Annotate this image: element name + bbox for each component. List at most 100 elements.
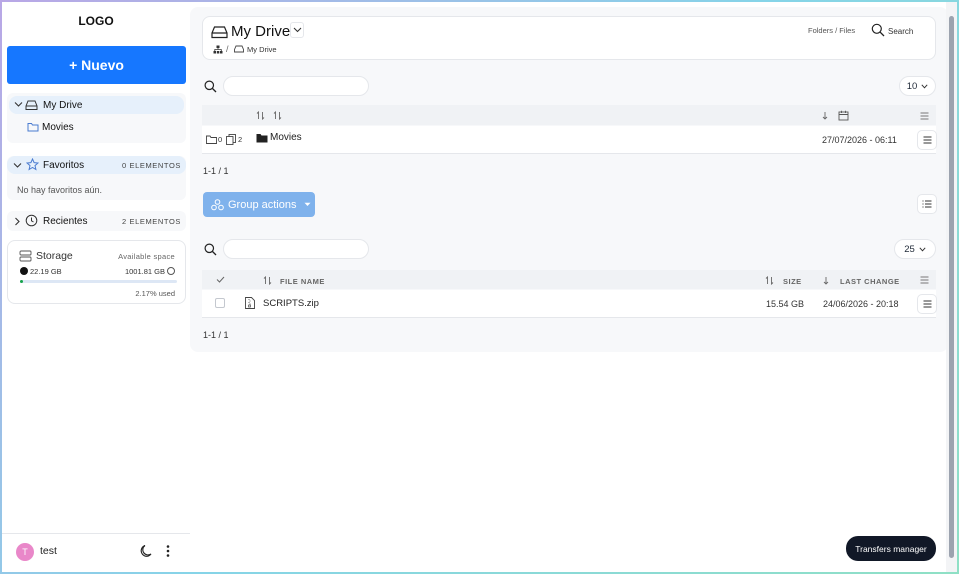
storage-used: 22.19 GB [30, 267, 62, 276]
tree-item-my-drive[interactable]: My Drive [9, 96, 184, 114]
row-checkbox[interactable] [215, 298, 225, 308]
sitemap-icon[interactable] [213, 45, 223, 54]
sort-numeric-icon[interactable] [273, 111, 282, 120]
user-row: T test [2, 533, 190, 567]
breadcrumb-item[interactable]: My Drive [247, 45, 277, 54]
check-all-icon[interactable] [216, 276, 225, 283]
recents-section: Recientes 2 ELEMENTOS [7, 211, 186, 231]
sort-icon[interactable] [765, 276, 774, 285]
folder-icon [27, 122, 39, 132]
file-count: 2 [238, 135, 243, 144]
favorites-header[interactable]: Favoritos 0 ELEMENTOS [7, 156, 186, 174]
storage-title: Storage [36, 250, 73, 262]
files-copy-icon [226, 134, 236, 145]
file-row[interactable]: SCRIPTS.zip 15.54 GB 24/06/2026 - 20:18 [202, 290, 937, 317]
menu-icon [923, 136, 931, 144]
files-page-size-select[interactable]: 25 [894, 239, 936, 259]
folder-icon [256, 133, 268, 143]
column-file-name[interactable]: FILE NAME [280, 277, 325, 286]
available-space-label: Available space [118, 252, 175, 261]
tree-item-label: Movies [42, 122, 74, 133]
folders-files-toggle[interactable]: Folders / Files [808, 26, 855, 35]
group-actions-button[interactable]: Group actions [203, 192, 315, 217]
columns-menu-icon[interactable] [920, 112, 929, 120]
drive-icon [211, 25, 228, 39]
logo: LOGO [78, 14, 114, 28]
recents-count: 2 ELEMENTOS [122, 217, 181, 226]
tree-item-movies[interactable]: Movies [27, 118, 177, 136]
divider [202, 317, 936, 318]
column-last-change[interactable]: LAST CHANGE [840, 277, 900, 286]
folder-row[interactable]: 0 2 Movies 27/07/2026 - 06:11 [202, 126, 937, 153]
page-size-value: 10 [906, 80, 918, 92]
sort-icon[interactable] [263, 276, 272, 285]
column-size[interactable]: SIZE [783, 277, 802, 286]
folders-pagination: 1-1 / 1 [203, 166, 229, 176]
main-panel: My Drive / My Drive Folders / Files Sear… [190, 7, 948, 352]
search-icon [204, 243, 217, 256]
title-dropdown-button[interactable] [290, 22, 304, 38]
zip-file-icon [245, 297, 255, 309]
drive-icon [234, 45, 244, 53]
folder-row-menu-button[interactable] [917, 130, 937, 150]
columns-menu-icon[interactable] [920, 276, 929, 284]
folders-page-size-select[interactable]: 10 [899, 76, 936, 96]
file-name[interactable]: SCRIPTS.zip [263, 298, 319, 309]
search-label[interactable]: Search [888, 27, 913, 36]
file-size: 15.54 GB [766, 299, 805, 309]
storage-icon [19, 250, 32, 262]
page-title: My Drive [231, 23, 291, 40]
storage-progress-fill [20, 280, 24, 283]
search-icon [204, 80, 217, 93]
sort-icon[interactable] [256, 111, 265, 120]
drive-tree: My Drive Movies [7, 93, 186, 143]
favorites-count: 0 ELEMENTOS [122, 161, 181, 170]
favorites-label: Favoritos [43, 160, 85, 171]
sort-down-icon[interactable] [822, 111, 828, 120]
recents-header[interactable]: Recientes 2 ELEMENTOS [7, 212, 186, 230]
subfolder-count: 0 [218, 135, 223, 144]
folders-search-input[interactable] [223, 76, 369, 96]
avatar[interactable]: T [16, 543, 34, 561]
breadcrumb-separator: / [226, 44, 229, 54]
moon-icon[interactable] [139, 544, 153, 558]
user-name: test [40, 545, 57, 557]
chevron-down-icon [921, 83, 928, 89]
scrollbar[interactable] [946, 2, 957, 572]
search-icon[interactable] [871, 23, 885, 37]
chevron-down-icon[interactable] [14, 101, 23, 108]
list-icon [922, 200, 932, 208]
menu-icon [923, 300, 931, 308]
folder-name[interactable]: Movies [270, 132, 302, 143]
storage-percent: 2.17% used [135, 289, 175, 298]
free-dot-icon [167, 267, 175, 275]
drive-icon [25, 99, 38, 111]
clock-icon [25, 214, 38, 227]
files-pagination: 1-1 / 1 [203, 330, 229, 340]
sort-down-icon[interactable] [823, 276, 829, 285]
header-card: My Drive / My Drive Folders / Files Sear… [202, 16, 936, 60]
transfers-manager-button[interactable]: Transfers manager [846, 536, 936, 561]
group-actions-label: Group actions [228, 198, 297, 211]
folder-outline-icon [206, 135, 217, 144]
recents-label: Recientes [43, 216, 88, 227]
file-row-menu-button[interactable] [917, 294, 937, 314]
group-icon [211, 198, 224, 210]
used-dot-icon [20, 267, 28, 275]
more-vertical-icon[interactable] [165, 544, 171, 558]
tree-item-label: My Drive [43, 100, 83, 111]
storage-card: Storage Available space 22.19 GB 1001.81… [7, 240, 186, 304]
folder-date: 27/07/2026 - 06:11 [822, 135, 897, 145]
favorites-section: Favoritos 0 ELEMENTOS No hay favoritos a… [7, 156, 186, 200]
star-icon [26, 158, 39, 171]
scrollbar-thumb[interactable] [949, 16, 954, 558]
chevron-down-icon [13, 162, 22, 169]
list-view-button[interactable] [917, 194, 937, 214]
new-button[interactable]: + Nuevo [7, 46, 186, 84]
calendar-icon [838, 110, 849, 121]
storage-total: 1001.81 GB [124, 267, 165, 276]
divider [202, 153, 936, 154]
favorites-empty-text: No hay favoritos aún. [17, 185, 103, 195]
file-last-change: 24/06/2026 - 20:18 [823, 299, 899, 309]
files-search-input[interactable] [223, 239, 369, 259]
